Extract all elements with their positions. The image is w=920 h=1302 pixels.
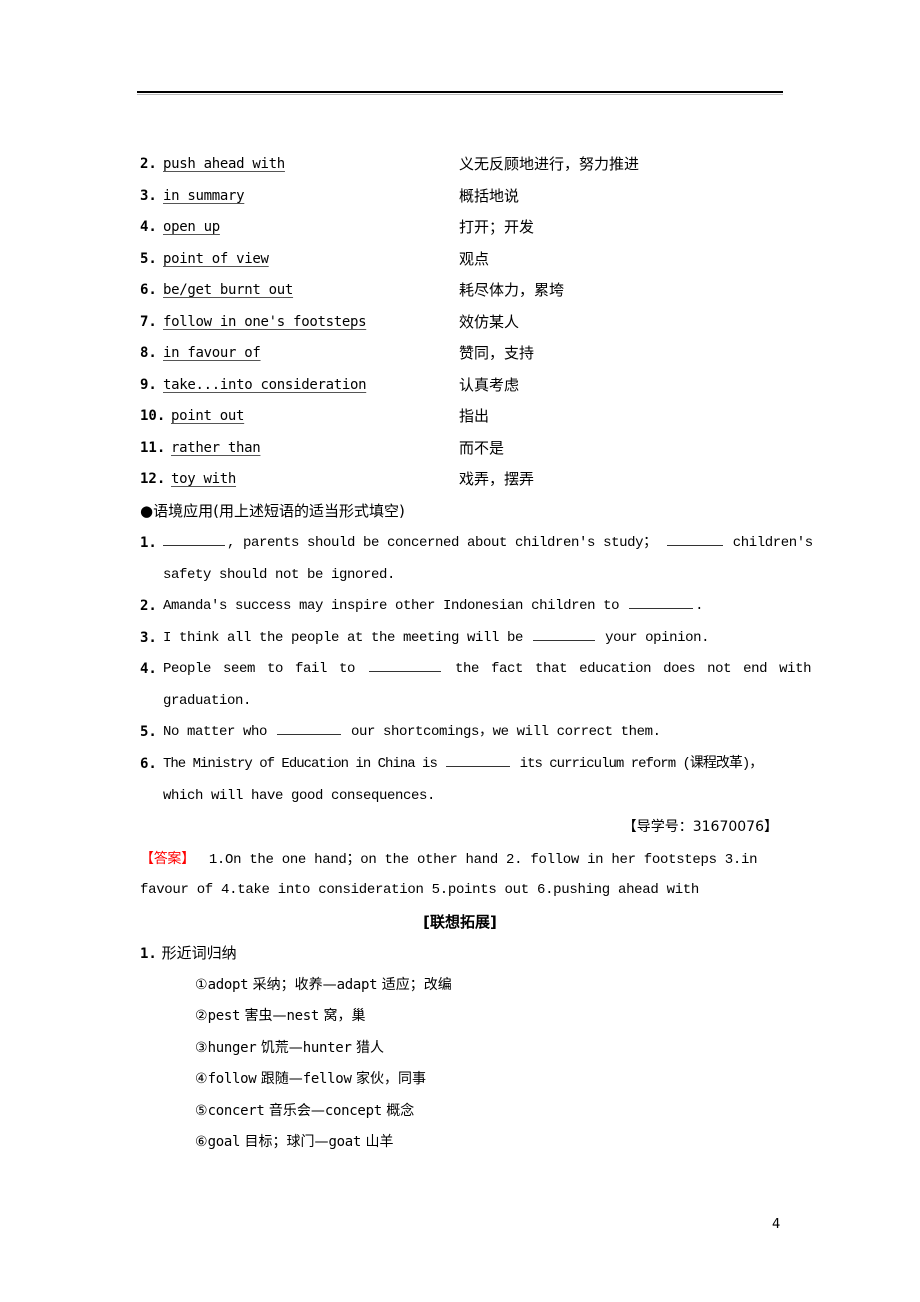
phrase-number: 3. xyxy=(140,188,157,204)
phrase-text: take...into consideration xyxy=(163,377,367,393)
phrase-meaning: 认真考虑 xyxy=(459,376,520,394)
context-section-heading: ●语境应用(用上述短语的适当形式填空) xyxy=(140,502,405,520)
exercise-number: 2. xyxy=(140,598,157,614)
word-pair: ⑥goal 目标；球门—goat 山羊 xyxy=(195,1134,394,1150)
exercise-text: People seem to fail to the fact that edu… xyxy=(163,657,812,681)
exercise-text: I think all the people at the meeting wi… xyxy=(163,626,710,650)
exercise-number: 6. xyxy=(140,756,157,772)
phrase-meaning: 打开；开发 xyxy=(459,218,535,236)
phrase-number: 10. xyxy=(140,408,166,424)
phrase-text: be/get burnt out xyxy=(163,282,294,298)
answer-blank[interactable] xyxy=(666,531,723,546)
answer-text-line2: favour of 4.take into consideration 5.po… xyxy=(140,882,699,898)
answer-text-line1: 1.On the one hand；on the other hand 2. f… xyxy=(208,852,758,868)
exercise-text: , parents should be concerned about chil… xyxy=(163,531,813,555)
answer-blank[interactable] xyxy=(446,752,511,767)
phrase-text: follow in one's footsteps xyxy=(163,314,367,330)
word-pair: ①adopt 采纳；收养—adapt 适应；改编 xyxy=(195,977,452,993)
exercise-number: 4. xyxy=(140,661,157,677)
word-pair: ④follow 跟随—fellow 家伙，同事 xyxy=(195,1071,427,1087)
phrase-number: 4. xyxy=(140,219,157,235)
phrase-meaning: 戏弄，摆弄 xyxy=(459,470,535,488)
answer-label: 【答案】 xyxy=(140,851,195,867)
exercise-text: No matter who our shortcomings，we will c… xyxy=(163,720,661,744)
phrase-number: 5. xyxy=(140,251,157,267)
phrase-number: 11. xyxy=(140,440,166,456)
word-pair: ⑤concert 音乐会—concept 概念 xyxy=(195,1103,415,1119)
answer-blank[interactable] xyxy=(277,720,342,735)
word-pair: ②pest 害虫—nest 窝，巢 xyxy=(195,1008,366,1024)
phrase-meaning: 耗尽体力，累垮 xyxy=(459,281,565,299)
phrase-text: rather than xyxy=(171,440,261,456)
phrase-meaning: 而不是 xyxy=(459,439,505,457)
phrase-text: point out xyxy=(171,408,245,424)
exercise-number: 3. xyxy=(140,630,157,646)
answer-blank[interactable] xyxy=(163,531,225,546)
phrase-text: point of view xyxy=(163,251,269,267)
phrase-text: push ahead with xyxy=(163,156,285,172)
phrase-number: 2. xyxy=(140,156,157,172)
phrase-meaning: 效仿某人 xyxy=(459,313,520,331)
phrase-meaning: 义无反顾地进行，努力推进 xyxy=(459,155,640,173)
header-rule xyxy=(137,91,783,95)
answer-blank[interactable] xyxy=(629,594,694,609)
similar-words-heading: 1. 形近词归纳 xyxy=(140,944,237,962)
exercise-number: 5. xyxy=(140,724,157,740)
phrase-meaning: 观点 xyxy=(459,250,490,268)
extension-heading: [联想拓展] xyxy=(423,913,497,931)
page-number: 4 xyxy=(772,1217,781,1232)
phrase-number: 7. xyxy=(140,314,157,330)
exercise-number: 1. xyxy=(140,535,157,551)
phrase-number: 8. xyxy=(140,345,157,361)
phrase-number: 6. xyxy=(140,282,157,298)
phrase-number: 12. xyxy=(140,471,166,487)
phrase-meaning: 指出 xyxy=(459,407,490,425)
phrase-text: toy with xyxy=(171,471,237,487)
word-pair: ③hunger 饥荒—hunter 猎人 xyxy=(195,1040,385,1056)
guide-reference: 【导学号：31670076】 xyxy=(622,819,778,835)
phrase-meaning: 概括地说 xyxy=(459,187,520,205)
phrase-meaning: 赞同，支持 xyxy=(459,344,535,362)
phrase-text: in summary xyxy=(163,188,245,204)
phrase-text: open up xyxy=(163,219,220,235)
exercise-text: Amanda's success may inspire other Indon… xyxy=(163,594,704,618)
answer-blank[interactable] xyxy=(533,626,596,641)
phrase-text: in favour of xyxy=(163,345,261,361)
exercise-text: The Ministry of Education in China is it… xyxy=(163,752,763,776)
document-page: 2. push ahead with 义无反顾地进行，努力推进 3. in su… xyxy=(0,0,920,1302)
phrase-number: 9. xyxy=(140,377,157,393)
answer-blank[interactable] xyxy=(369,657,442,672)
